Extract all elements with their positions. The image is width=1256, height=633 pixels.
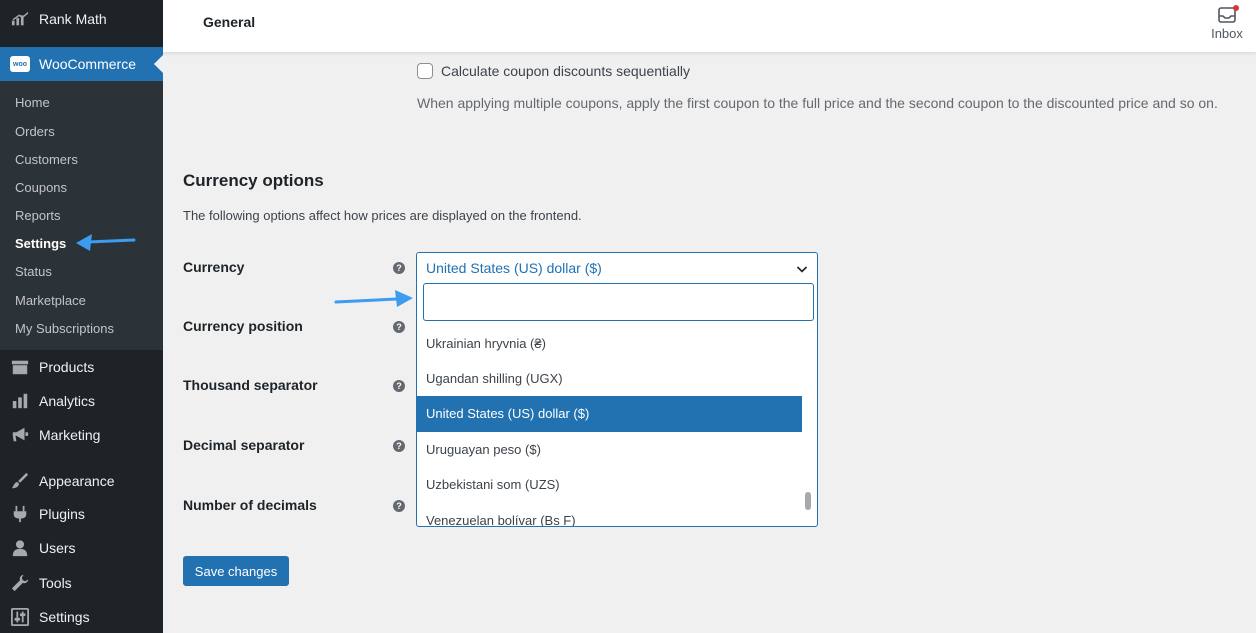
options-scrollbar-thumb[interactable]	[805, 492, 811, 510]
submenu-orders[interactable]: Orders	[15, 123, 55, 141]
decimal-separator-label: Decimal separator	[183, 437, 305, 453]
woo-badge: woo	[10, 56, 30, 72]
menu-analytics[interactable]: Analytics	[0, 384, 163, 418]
currency-option[interactable]: Ukrainian hryvnia (₴)	[417, 326, 802, 362]
notification-dot	[1233, 5, 1239, 11]
menu-woocommerce[interactable]: woo WooCommerce	[0, 47, 163, 81]
plug-icon	[10, 504, 30, 524]
number-of-decimals-label: Number of decimals	[183, 497, 317, 513]
submenu-status[interactable]: Status	[15, 263, 52, 281]
inbox-button[interactable]: Inbox	[1210, 5, 1244, 41]
chevron-down-icon[interactable]	[796, 263, 808, 275]
annotation-arrow-icon	[334, 290, 413, 307]
thousand-separator-help-icon[interactable]: ?	[393, 380, 405, 392]
woocommerce-submenu: Home Orders Customers Coupons Reports Se…	[0, 81, 163, 350]
user-icon	[10, 538, 30, 558]
currency-option-selected[interactable]: United States (US) dollar ($)	[417, 396, 802, 432]
currency-select-value[interactable]: United States (US) dollar ($)	[426, 260, 602, 276]
decimal-separator-help-icon[interactable]: ?	[393, 440, 405, 452]
page-title: General	[203, 14, 256, 30]
currency-option[interactable]: Venezuelan bolívar (Bs F)	[417, 503, 802, 526]
menu-appearance[interactable]: Appearance	[0, 464, 163, 498]
currency-position-help-icon[interactable]: ?	[393, 321, 405, 333]
menu-plugins-label: Plugins	[39, 506, 85, 522]
section-description: The following options affect how prices …	[183, 208, 582, 223]
paintbrush-icon	[10, 471, 30, 491]
currency-options-list: Ukrainian hryvnia (₴) Ugandan shilling (…	[417, 326, 802, 526]
menu-rank-math-label: Rank Math	[39, 11, 107, 27]
page-header: General Inbox	[163, 0, 1256, 52]
currency-option[interactable]: Ugandan shilling (UGX)	[417, 361, 802, 397]
sequential-coupons-label[interactable]: Calculate coupon discounts sequentially	[441, 63, 690, 79]
menu-marketing-label: Marketing	[39, 427, 101, 443]
currency-search-input[interactable]	[423, 283, 814, 321]
menu-products-label: Products	[39, 359, 95, 375]
submenu-settings[interactable]: Settings	[15, 235, 66, 253]
submenu-reports[interactable]: Reports	[15, 207, 61, 225]
submenu-my-subscriptions[interactable]: My Subscriptions	[15, 320, 114, 338]
sequential-coupons-checkbox[interactable]	[417, 63, 433, 79]
menu-settings[interactable]: Settings	[0, 600, 163, 633]
megaphone-icon	[10, 425, 30, 445]
sequential-coupons-description: When applying multiple coupons, apply th…	[417, 95, 1218, 111]
menu-users[interactable]: Users	[0, 531, 163, 565]
menu-plugins[interactable]: Plugins	[0, 497, 163, 531]
menu-appearance-label: Appearance	[39, 473, 115, 489]
products-icon	[10, 357, 30, 377]
menu-marketing[interactable]: Marketing	[0, 418, 163, 452]
menu-tools-label: Tools	[39, 575, 72, 591]
wrench-icon	[10, 573, 30, 593]
menu-settings-label: Settings	[39, 609, 90, 625]
section-title: Currency options	[183, 171, 324, 190]
currency-option[interactable]: Uruguayan peso ($)	[417, 432, 802, 468]
submenu-home[interactable]: Home	[15, 94, 50, 112]
menu-rank-math[interactable]: Rank Math	[0, 2, 163, 36]
analytics-icon	[10, 391, 30, 411]
options-scrollbar[interactable]	[802, 326, 816, 526]
rank-math-icon	[10, 9, 30, 29]
woocommerce-icon: woo	[10, 54, 30, 74]
number-of-decimals-help-icon[interactable]: ?	[393, 500, 405, 512]
currency-position-label: Currency position	[183, 318, 303, 334]
submenu-customers[interactable]: Customers	[15, 151, 78, 169]
menu-users-label: Users	[39, 540, 76, 556]
menu-woocommerce-label: WooCommerce	[39, 56, 136, 72]
menu-analytics-label: Analytics	[39, 393, 96, 409]
save-changes-button[interactable]: Save changes	[183, 556, 289, 586]
settings-sliders-icon	[10, 607, 30, 627]
admin-sidebar: Rank Math woo WooCommerce Home Orders Cu…	[0, 0, 163, 633]
annotation-arrow-icon	[76, 234, 136, 251]
menu-products[interactable]: Products	[0, 350, 163, 384]
thousand-separator-label: Thousand separator	[183, 377, 318, 393]
submenu-coupons[interactable]: Coupons	[15, 179, 67, 197]
currency-label: Currency	[183, 259, 245, 275]
currency-select[interactable]: United States (US) dollar ($) Ukrainian …	[416, 252, 818, 527]
currency-help-icon[interactable]: ?	[393, 262, 405, 274]
inbox-label: Inbox	[1211, 26, 1243, 41]
currency-option[interactable]: Uzbekistani som (UZS)	[417, 467, 802, 503]
menu-tools[interactable]: Tools	[0, 566, 163, 600]
submenu-marketplace[interactable]: Marketplace	[15, 292, 86, 310]
